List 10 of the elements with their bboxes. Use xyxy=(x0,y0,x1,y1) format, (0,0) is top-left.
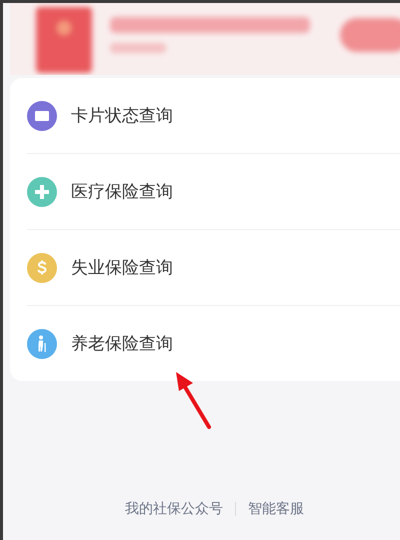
menu-item[interactable]: 医疗保险查询 xyxy=(27,154,400,230)
footer-link[interactable]: 智能客服 xyxy=(248,500,304,518)
menu-label: 卡片状态查询 xyxy=(71,105,173,127)
footer-link[interactable]: 我的社保公众号 xyxy=(125,500,223,518)
menu-item[interactable]: 养老保险查询 xyxy=(27,306,400,381)
menu-item[interactable]: 卡片状态查询 xyxy=(27,78,400,154)
menu-item[interactable]: 失业保险查询 xyxy=(27,230,400,306)
menu-label: 失业保险查询 xyxy=(71,257,173,279)
menu-label: 养老保险查询 xyxy=(71,333,173,355)
menu-label: 医疗保险查询 xyxy=(71,181,173,203)
